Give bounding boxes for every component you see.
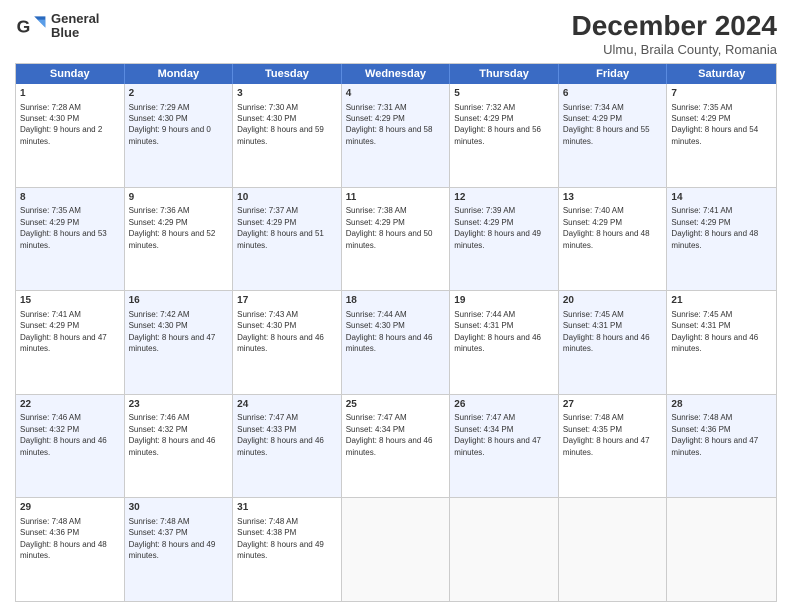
cell-dec12: 12 Sunrise: 7:39 AMSunset: 4:29 PMDaylig… xyxy=(450,188,559,291)
calendar: Sunday Monday Tuesday Wednesday Thursday… xyxy=(15,63,777,602)
calendar-body: 1 Sunrise: 7:28 AMSunset: 4:30 PMDayligh… xyxy=(16,84,776,601)
month-title: December 2024 xyxy=(572,10,777,42)
cell-dec21: 21 Sunrise: 7:45 AMSunset: 4:31 PMDaylig… xyxy=(667,291,776,394)
cal-row-3: 15 Sunrise: 7:41 AMSunset: 4:29 PMDaylig… xyxy=(16,291,776,395)
logo-icon: G xyxy=(15,10,47,42)
cal-row-5: 29 Sunrise: 7:48 AMSunset: 4:36 PMDaylig… xyxy=(16,498,776,601)
cell-dec13: 13 Sunrise: 7:40 AMSunset: 4:29 PMDaylig… xyxy=(559,188,668,291)
cell-dec1: 1 Sunrise: 7:28 AMSunset: 4:30 PMDayligh… xyxy=(16,84,125,187)
logo-line1: General xyxy=(51,12,99,26)
header-monday: Monday xyxy=(125,64,234,84)
header: G General Blue December 2024 Ulmu, Brail… xyxy=(15,10,777,57)
header-thursday: Thursday xyxy=(450,64,559,84)
cell-dec2: 2 Sunrise: 7:29 AMSunset: 4:30 PMDayligh… xyxy=(125,84,234,187)
cell-dec20: 20 Sunrise: 7:45 AMSunset: 4:31 PMDaylig… xyxy=(559,291,668,394)
cell-dec3: 3 Sunrise: 7:30 AMSunset: 4:30 PMDayligh… xyxy=(233,84,342,187)
cell-dec15: 15 Sunrise: 7:41 AMSunset: 4:29 PMDaylig… xyxy=(16,291,125,394)
svg-text:G: G xyxy=(17,16,31,36)
cal-row-2: 8 Sunrise: 7:35 AMSunset: 4:29 PMDayligh… xyxy=(16,188,776,292)
cell-dec26: 26 Sunrise: 7:47 AMSunset: 4:34 PMDaylig… xyxy=(450,395,559,498)
cell-dec18: 18 Sunrise: 7:44 AMSunset: 4:30 PMDaylig… xyxy=(342,291,451,394)
cell-dec7: 7 Sunrise: 7:35 AMSunset: 4:29 PMDayligh… xyxy=(667,84,776,187)
cal-row-4: 22 Sunrise: 7:46 AMSunset: 4:32 PMDaylig… xyxy=(16,395,776,499)
logo: G General Blue xyxy=(15,10,99,42)
cal-row-1: 1 Sunrise: 7:28 AMSunset: 4:30 PMDayligh… xyxy=(16,84,776,188)
cell-dec9: 9 Sunrise: 7:36 AMSunset: 4:29 PMDayligh… xyxy=(125,188,234,291)
cell-dec23: 23 Sunrise: 7:46 AMSunset: 4:32 PMDaylig… xyxy=(125,395,234,498)
title-block: December 2024 Ulmu, Braila County, Roman… xyxy=(572,10,777,57)
cell-dec6: 6 Sunrise: 7:34 AMSunset: 4:29 PMDayligh… xyxy=(559,84,668,187)
header-sunday: Sunday xyxy=(16,64,125,84)
cell-dec16: 16 Sunrise: 7:42 AMSunset: 4:30 PMDaylig… xyxy=(125,291,234,394)
cell-dec31: 31 Sunrise: 7:48 AMSunset: 4:38 PMDaylig… xyxy=(233,498,342,601)
cell-dec5: 5 Sunrise: 7:32 AMSunset: 4:29 PMDayligh… xyxy=(450,84,559,187)
logo-line2: Blue xyxy=(51,26,99,40)
cell-dec29: 29 Sunrise: 7:48 AMSunset: 4:36 PMDaylig… xyxy=(16,498,125,601)
cell-dec10: 10 Sunrise: 7:37 AMSunset: 4:29 PMDaylig… xyxy=(233,188,342,291)
cell-dec4: 4 Sunrise: 7:31 AMSunset: 4:29 PMDayligh… xyxy=(342,84,451,187)
page: G General Blue December 2024 Ulmu, Brail… xyxy=(0,0,792,612)
cell-dec27: 27 Sunrise: 7:48 AMSunset: 4:35 PMDaylig… xyxy=(559,395,668,498)
header-tuesday: Tuesday xyxy=(233,64,342,84)
cell-dec30: 30 Sunrise: 7:48 AMSunset: 4:37 PMDaylig… xyxy=(125,498,234,601)
cell-dec24: 24 Sunrise: 7:47 AMSunset: 4:33 PMDaylig… xyxy=(233,395,342,498)
cell-dec22: 22 Sunrise: 7:46 AMSunset: 4:32 PMDaylig… xyxy=(16,395,125,498)
cell-empty-3 xyxy=(559,498,668,601)
cell-dec8: 8 Sunrise: 7:35 AMSunset: 4:29 PMDayligh… xyxy=(16,188,125,291)
cell-dec17: 17 Sunrise: 7:43 AMSunset: 4:30 PMDaylig… xyxy=(233,291,342,394)
cell-dec28: 28 Sunrise: 7:48 AMSunset: 4:36 PMDaylig… xyxy=(667,395,776,498)
cell-dec11: 11 Sunrise: 7:38 AMSunset: 4:29 PMDaylig… xyxy=(342,188,451,291)
header-friday: Friday xyxy=(559,64,668,84)
calendar-header: Sunday Monday Tuesday Wednesday Thursday… xyxy=(16,64,776,84)
cell-dec25: 25 Sunrise: 7:47 AMSunset: 4:34 PMDaylig… xyxy=(342,395,451,498)
cell-empty-1 xyxy=(342,498,451,601)
cell-empty-2 xyxy=(450,498,559,601)
cell-dec19: 19 Sunrise: 7:44 AMSunset: 4:31 PMDaylig… xyxy=(450,291,559,394)
cell-empty-4 xyxy=(667,498,776,601)
header-saturday: Saturday xyxy=(667,64,776,84)
header-wednesday: Wednesday xyxy=(342,64,451,84)
location: Ulmu, Braila County, Romania xyxy=(572,42,777,57)
cell-dec14: 14 Sunrise: 7:41 AMSunset: 4:29 PMDaylig… xyxy=(667,188,776,291)
logo-text: General Blue xyxy=(51,12,99,41)
